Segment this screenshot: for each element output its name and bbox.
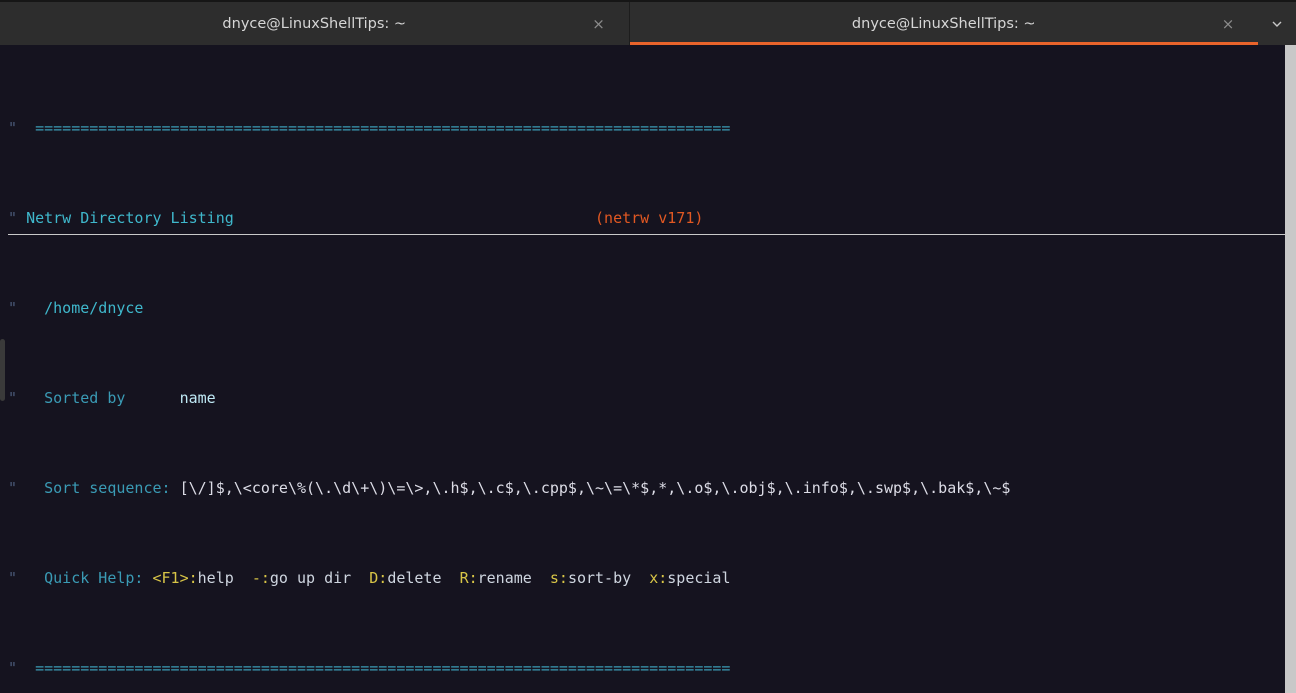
- close-icon[interactable]: ×: [1220, 16, 1236, 32]
- quick-help-desc: help: [198, 569, 234, 587]
- quick-help-key: x:: [649, 569, 667, 587]
- netrw-banner-sortsequence-row: " Sort sequence: [\/]$,\<core\%(\.\d\+\)…: [8, 479, 1010, 497]
- comment-marker: ": [8, 569, 17, 587]
- vim-status-line: 8,1 Top: [0, 671, 1296, 693]
- netrw-banner-sortedby-row: " Sorted by name: [8, 389, 1010, 407]
- comment-marker: ": [8, 209, 17, 227]
- terminal-pane[interactable]: " ======================================…: [0, 45, 1296, 693]
- terminal-tab-2-title: dnyce@LinuxShellTips: ~: [852, 16, 1036, 32]
- netrw-version: (netrw v171): [595, 209, 703, 227]
- sorted-by-value: name: [180, 389, 216, 407]
- quick-help-desc: sort-by: [568, 569, 631, 587]
- netrw-buffer: " ======================================…: [0, 45, 1010, 693]
- tab-bar: dnyce@LinuxShellTips: ~ × dnyce@LinuxShe…: [0, 0, 1296, 45]
- netrw-current-path: /home/dnyce: [44, 299, 143, 317]
- quick-help-desc: go up dir: [270, 569, 351, 587]
- sort-sequence-label: Sort sequence:: [44, 479, 170, 497]
- comment-marker: ": [8, 299, 17, 317]
- terminal-tab-1-title: dnyce@LinuxShellTips: ~: [222, 16, 406, 32]
- netrw-cursorline-rule: [8, 234, 1285, 235]
- sorted-by-label: Sorted by: [44, 389, 125, 407]
- tab-list-button[interactable]: [1258, 2, 1296, 45]
- quick-help-items: <F1>:help -:go up dir D:delete R:rename …: [153, 569, 731, 587]
- terminal-tab-2[interactable]: dnyce@LinuxShellTips: ~ ×: [629, 2, 1259, 45]
- terminal-tab-1[interactable]: dnyce@LinuxShellTips: ~ ×: [0, 2, 629, 45]
- netrw-banner-path-row: " /home/dnyce: [8, 299, 1010, 317]
- comment-marker: ": [8, 119, 17, 137]
- chevron-down-icon: [1270, 17, 1284, 31]
- quick-help-label: Quick Help:: [44, 569, 143, 587]
- quick-help-key: <F1>:: [153, 569, 198, 587]
- comment-marker: ": [8, 479, 17, 497]
- sort-sequence-value: [\/]$,\<core\%(\.\d\+\)\=\>,\.h$,\.c$,\.…: [180, 479, 1011, 497]
- quick-help-key: D:: [369, 569, 387, 587]
- netrw-banner-title-row: " Netrw Directory Listing (netrw v171): [8, 209, 1010, 227]
- quick-help-desc: rename: [478, 569, 532, 587]
- scrollbar-right[interactable]: [1285, 45, 1296, 693]
- quick-help-desc: delete: [387, 569, 441, 587]
- separator-line: ========================================…: [35, 119, 730, 137]
- quick-help-desc: special: [667, 569, 730, 587]
- quick-help-key: R:: [460, 569, 478, 587]
- scrollbar-left-thumb[interactable]: [0, 339, 5, 401]
- quick-help-key: -:: [252, 569, 270, 587]
- quick-help-key: s:: [550, 569, 568, 587]
- netrw-title: Netrw Directory Listing: [26, 209, 234, 227]
- netrw-banner-quickhelp-row: " Quick Help: <F1>:help -:go up dir D:de…: [8, 569, 1010, 587]
- comment-marker: ": [8, 389, 17, 407]
- netrw-banner-separator-top: " ======================================…: [8, 119, 1010, 137]
- close-icon[interactable]: ×: [591, 16, 607, 32]
